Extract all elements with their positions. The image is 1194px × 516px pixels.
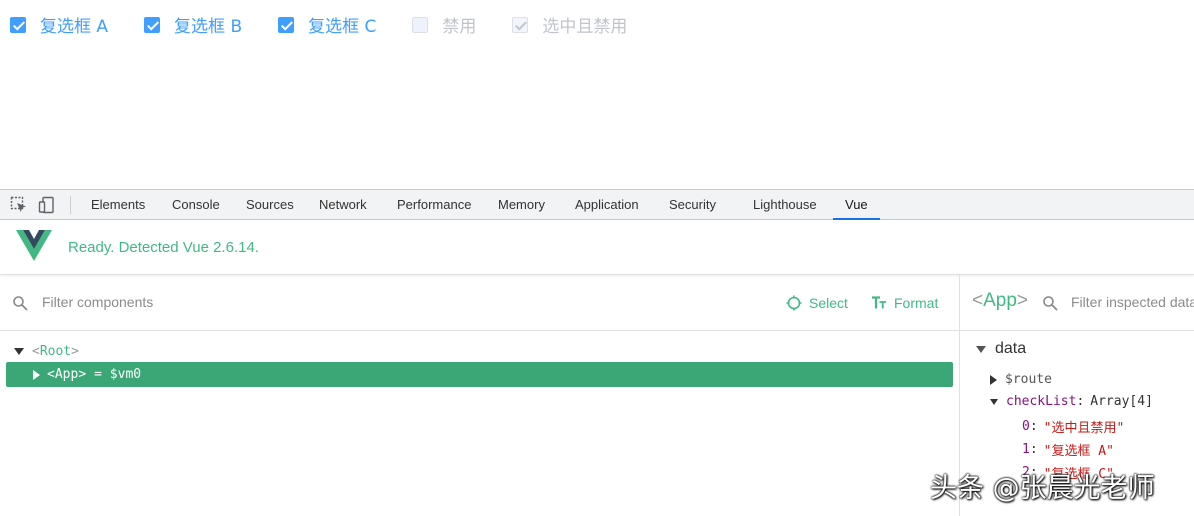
inspected-component-name: App: [983, 290, 1017, 311]
checklist-item-value: "复选框 A": [1043, 444, 1114, 459]
tab-separator: [70, 196, 71, 214]
search-icon: [1043, 296, 1058, 311]
search-icon: [13, 296, 28, 311]
collapse-arrow-icon[interactable]: [33, 369, 40, 380]
filter-components-input[interactable]: [42, 290, 442, 314]
text-format-icon: [872, 296, 886, 309]
tab-performance[interactable]: Performance: [397, 190, 471, 220]
inspect-element-icon[interactable]: [10, 196, 28, 214]
checklist-item-index: 1: [1022, 442, 1030, 457]
data-section-header[interactable]: data: [976, 340, 1026, 358]
inspector-toolbar: <App>: [960, 275, 1194, 331]
filter-inspected-data-input[interactable]: [1071, 290, 1194, 314]
vue-detected-text: Ready. Detected Vue 2.6.14.: [68, 239, 259, 256]
checklist-item[interactable]: 0: "选中且禁用": [1022, 417, 1124, 436]
tab-security[interactable]: Security: [669, 190, 716, 220]
expand-arrow-icon[interactable]: [990, 398, 998, 405]
target-icon: [786, 295, 802, 311]
checklist-item-value: "选中且禁用": [1043, 421, 1125, 436]
checkbox-b[interactable]: 复选框 B: [144, 12, 242, 37]
checkbox-c[interactable]: 复选框 C: [278, 12, 376, 37]
tag-open-bracket: <: [32, 343, 40, 359]
checkbox-a[interactable]: 复选框 A: [10, 12, 108, 37]
checkbox-disabled: 禁用: [412, 12, 476, 37]
checkbox-checked-disabled-box: [512, 16, 529, 33]
watermark: 头条 @张晨光老师: [930, 473, 1155, 504]
colon: :: [1029, 419, 1038, 434]
checkbox-group: 复选框 A 复选框 B 复选框 C 禁用 选中且禁用: [10, 12, 663, 37]
checkbox-disabled-box: [412, 16, 429, 33]
tree-node-app-selected[interactable]: < App > = $vm0: [6, 362, 953, 387]
colon: :: [1029, 442, 1038, 457]
app-node-label: App: [54, 367, 79, 382]
checkbox-b-box[interactable]: [144, 16, 161, 33]
inspected-component-title: <App>: [972, 290, 1028, 312]
prop-checklist-key: checkList: [1006, 394, 1077, 409]
expand-arrow-icon[interactable]: [14, 347, 24, 355]
components-pane: Select Format < Root > < App >: [0, 275, 959, 516]
tag-close-bracket: >: [71, 343, 79, 359]
prop-checklist-type: Array[4]: [1090, 394, 1153, 409]
device-toolbar-icon[interactable]: [38, 196, 56, 214]
expand-arrow-icon[interactable]: [990, 374, 997, 385]
checkbox-a-box[interactable]: [10, 16, 26, 33]
app-node-vm-ref: = $vm0: [94, 367, 142, 382]
tab-application[interactable]: Application: [575, 190, 639, 220]
checklist-item[interactable]: 1: "复选框 A": [1022, 440, 1114, 459]
tab-lighthouse[interactable]: Lighthouse: [753, 190, 817, 220]
expand-arrow-icon[interactable]: [976, 345, 986, 353]
select-button-label: Select: [809, 295, 848, 311]
data-section-label: data: [995, 340, 1027, 357]
tag-close-bracket: >: [1016, 290, 1029, 311]
checkbox-checked-disabled-label: 选中且禁用: [542, 17, 628, 37]
checkbox-c-box[interactable]: [278, 16, 295, 33]
tree-node-root[interactable]: < Root >: [14, 341, 79, 361]
tab-network[interactable]: Network: [319, 190, 367, 220]
tab-elements[interactable]: Elements: [91, 190, 145, 220]
tab-sources[interactable]: Sources: [246, 190, 294, 220]
format-button[interactable]: Format: [871, 292, 938, 314]
devtools-tabbar: Elements Console Sources Network Perform…: [0, 189, 1194, 220]
checkbox-b-label: 复选框 B: [174, 17, 243, 37]
prop-route[interactable]: $route: [990, 372, 1052, 387]
tag-open-bracket: <: [47, 367, 55, 382]
checklist-item-index: 0: [1022, 419, 1030, 434]
vue-logo-icon: [16, 230, 52, 261]
colon: :: [1076, 394, 1085, 409]
root-node-label: Root: [39, 343, 72, 359]
prop-route-key: $route: [1005, 372, 1052, 387]
tab-memory[interactable]: Memory: [498, 190, 545, 220]
checkbox-checked-disabled: 选中且禁用: [512, 12, 627, 37]
checkbox-c-label: 复选框 C: [308, 17, 377, 37]
tag-open-bracket: <: [972, 290, 984, 311]
checkbox-a-label: 复选框 A: [40, 17, 109, 37]
tag-close-bracket: >: [78, 367, 87, 382]
select-button[interactable]: Select: [786, 292, 848, 314]
rendered-page: 复选框 A 复选框 B 复选框 C 禁用 选中且禁用: [0, 0, 1194, 189]
tab-vue[interactable]: Vue: [833, 190, 880, 220]
vue-status-banner: Ready. Detected Vue 2.6.14.: [0, 220, 1194, 275]
tab-console[interactable]: Console: [172, 190, 220, 220]
components-toolbar: Select Format: [0, 275, 959, 331]
checkbox-disabled-label: 禁用: [442, 17, 477, 37]
format-button-label: Format: [894, 295, 939, 311]
prop-checklist[interactable]: checkList: Array[4]: [990, 394, 1153, 409]
